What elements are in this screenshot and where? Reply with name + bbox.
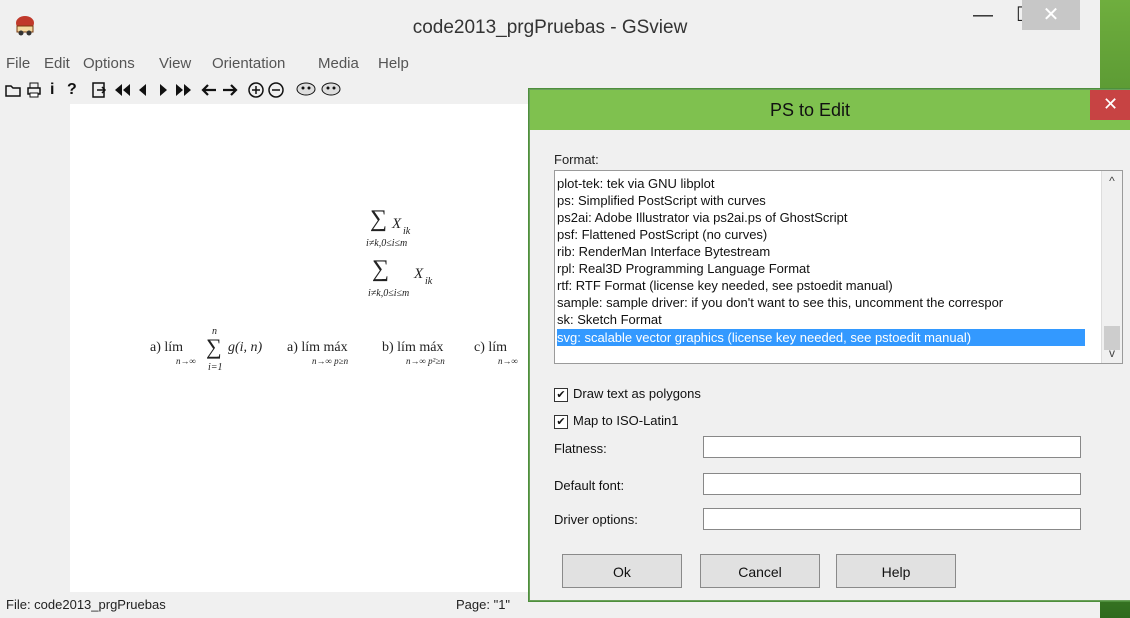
sum-subscript: ik	[403, 226, 411, 237]
menu-help[interactable]: Help	[378, 55, 409, 72]
expression-c-sub: n→∞	[498, 356, 518, 366]
dialog-body: Format: plot-tek: tek via GNU libplot ps…	[536, 130, 1125, 594]
menu-media[interactable]: Media	[318, 55, 359, 72]
format-option[interactable]: rpl: Real3D Programming Language Format	[557, 260, 810, 277]
ghost-icon[interactable]	[294, 80, 344, 100]
expression-a2-sub: n→∞ p≥n	[312, 356, 349, 366]
dialog-title: PS to Edit	[769, 100, 851, 120]
status-file: File: code2013_prgPruebas	[6, 597, 166, 612]
sum-symbol: ∑	[370, 206, 388, 232]
sum-lower: i=1	[208, 362, 223, 373]
cancel-button[interactable]: Cancel	[700, 554, 820, 588]
map-iso-checkbox[interactable]: ✔	[554, 414, 568, 429]
format-option[interactable]: sk: Sketch Format	[557, 311, 662, 328]
ps-to-edit-dialog: PS to Edit ✕ Format: plot-tek: tek via G…	[529, 89, 1130, 601]
document-area: ∑ X ik i≠k,0≤i≤m ∑ X ik i≠k,0≤i≤m a) lím…	[0, 104, 530, 592]
menu-edit[interactable]: Edit	[44, 55, 70, 72]
menu-orientation[interactable]: Orientation	[212, 55, 285, 72]
expression-c: c) lím	[474, 340, 508, 355]
default-font-input[interactable]	[703, 473, 1081, 495]
gsview-titlebar: code2013_prgPruebas - GSview — ☐ ✕	[0, 0, 1100, 52]
default-font-label: Default font:	[554, 478, 625, 493]
toolbar: i ?	[0, 78, 540, 102]
draw-text-polygons-checkbox[interactable]: ✔	[554, 387, 568, 402]
menu-options[interactable]: Options	[83, 55, 135, 72]
menu-file[interactable]: File	[6, 55, 30, 72]
zoom-in-icon[interactable]	[247, 80, 265, 100]
map-iso-label: Map to ISO-Latin1	[573, 413, 679, 428]
driver-options-label: Driver options:	[554, 512, 638, 527]
expression-a2: a) lím máx	[287, 340, 348, 355]
format-option[interactable]: psf: Flattened PostScript (no curves)	[557, 226, 767, 243]
help-button[interactable]: Help	[836, 554, 956, 588]
window-title: code2013_prgPruebas - GSview	[412, 17, 688, 38]
statusbar: File: code2013_prgPruebas Page: "1"	[0, 592, 540, 618]
help-button[interactable]: ?	[67, 80, 77, 100]
sum-index: i≠k,0≤i≤m	[368, 288, 410, 299]
sum-index: i≠k,0≤i≤m	[366, 238, 408, 249]
draw-text-polygons-row[interactable]: ✔ Draw text as polygons	[554, 386, 701, 402]
close-button[interactable]: ✕	[1022, 0, 1080, 30]
format-option[interactable]: ps: Simplified PostScript with curves	[557, 192, 766, 209]
next-page-icon[interactable]	[156, 80, 170, 100]
menubar: File Edit Options View Orientation Media…	[0, 52, 1090, 76]
expression-g: g(i, n)	[228, 340, 263, 355]
dialog-titlebar: PS to Edit ✕	[530, 90, 1130, 130]
goto-page-icon[interactable]	[90, 80, 108, 100]
first-page-icon[interactable]	[112, 80, 132, 100]
format-option[interactable]: ps2ai: Adobe Illustrator via ps2ai.ps of…	[557, 209, 848, 226]
format-option-selected[interactable]: svg: scalable vector graphics (license k…	[557, 329, 1085, 346]
dialog-close-button[interactable]: ✕	[1090, 90, 1130, 120]
expression-a1: a) lím	[150, 340, 184, 355]
draw-text-polygons-label: Draw text as polygons	[573, 386, 701, 401]
status-page: Page: "1"	[456, 597, 511, 612]
sum-symbol: ∑	[372, 256, 390, 282]
format-label: Format:	[554, 152, 599, 167]
printer-icon[interactable]	[25, 80, 43, 100]
format-listbox[interactable]: plot-tek: tek via GNU libplot ps: Simpli…	[554, 170, 1123, 364]
format-option[interactable]: rib: RenderMan Interface Bytestream	[557, 243, 770, 260]
scroll-down-icon[interactable]: v	[1102, 343, 1122, 363]
map-iso-row[interactable]: ✔ Map to ISO-Latin1	[554, 413, 679, 429]
flatness-input[interactable]	[703, 436, 1081, 458]
back-arrow-icon[interactable]	[200, 80, 218, 100]
sum-symbol: ∑	[206, 334, 222, 359]
expression-b-sub: n→∞ p²≥n	[406, 356, 445, 366]
minimize-button[interactable]: —	[960, 0, 1006, 30]
info-button[interactable]: i	[50, 80, 54, 100]
format-option[interactable]: rtf: RTF Format (license key needed, see…	[557, 277, 893, 294]
format-option[interactable]: sample: sample driver: if you don't want…	[557, 294, 1003, 311]
driver-options-input[interactable]	[703, 508, 1081, 530]
format-scrollbar[interactable]: ^ v	[1101, 171, 1122, 363]
sum-variable: X	[414, 266, 424, 282]
expression-b: b) lím máx	[382, 340, 444, 355]
scroll-up-icon[interactable]: ^	[1102, 171, 1122, 191]
prev-page-icon[interactable]	[136, 80, 150, 100]
zoom-out-icon[interactable]	[267, 80, 285, 100]
ok-button[interactable]: Ok	[562, 554, 682, 588]
sum-variable: X	[392, 216, 402, 232]
menu-view[interactable]: View	[159, 55, 191, 72]
open-folder-icon[interactable]	[4, 80, 22, 100]
format-option[interactable]: plot-tek: tek via GNU libplot	[557, 175, 715, 192]
sum-subscript: ik	[425, 276, 433, 287]
flatness-label: Flatness:	[554, 441, 607, 456]
document-page: ∑ X ik i≠k,0≤i≤m ∑ X ik i≠k,0≤i≤m a) lím…	[70, 104, 530, 592]
expression-a1-sub: n→∞	[176, 356, 196, 366]
forward-arrow-icon[interactable]	[221, 80, 239, 100]
last-page-icon[interactable]	[174, 80, 194, 100]
